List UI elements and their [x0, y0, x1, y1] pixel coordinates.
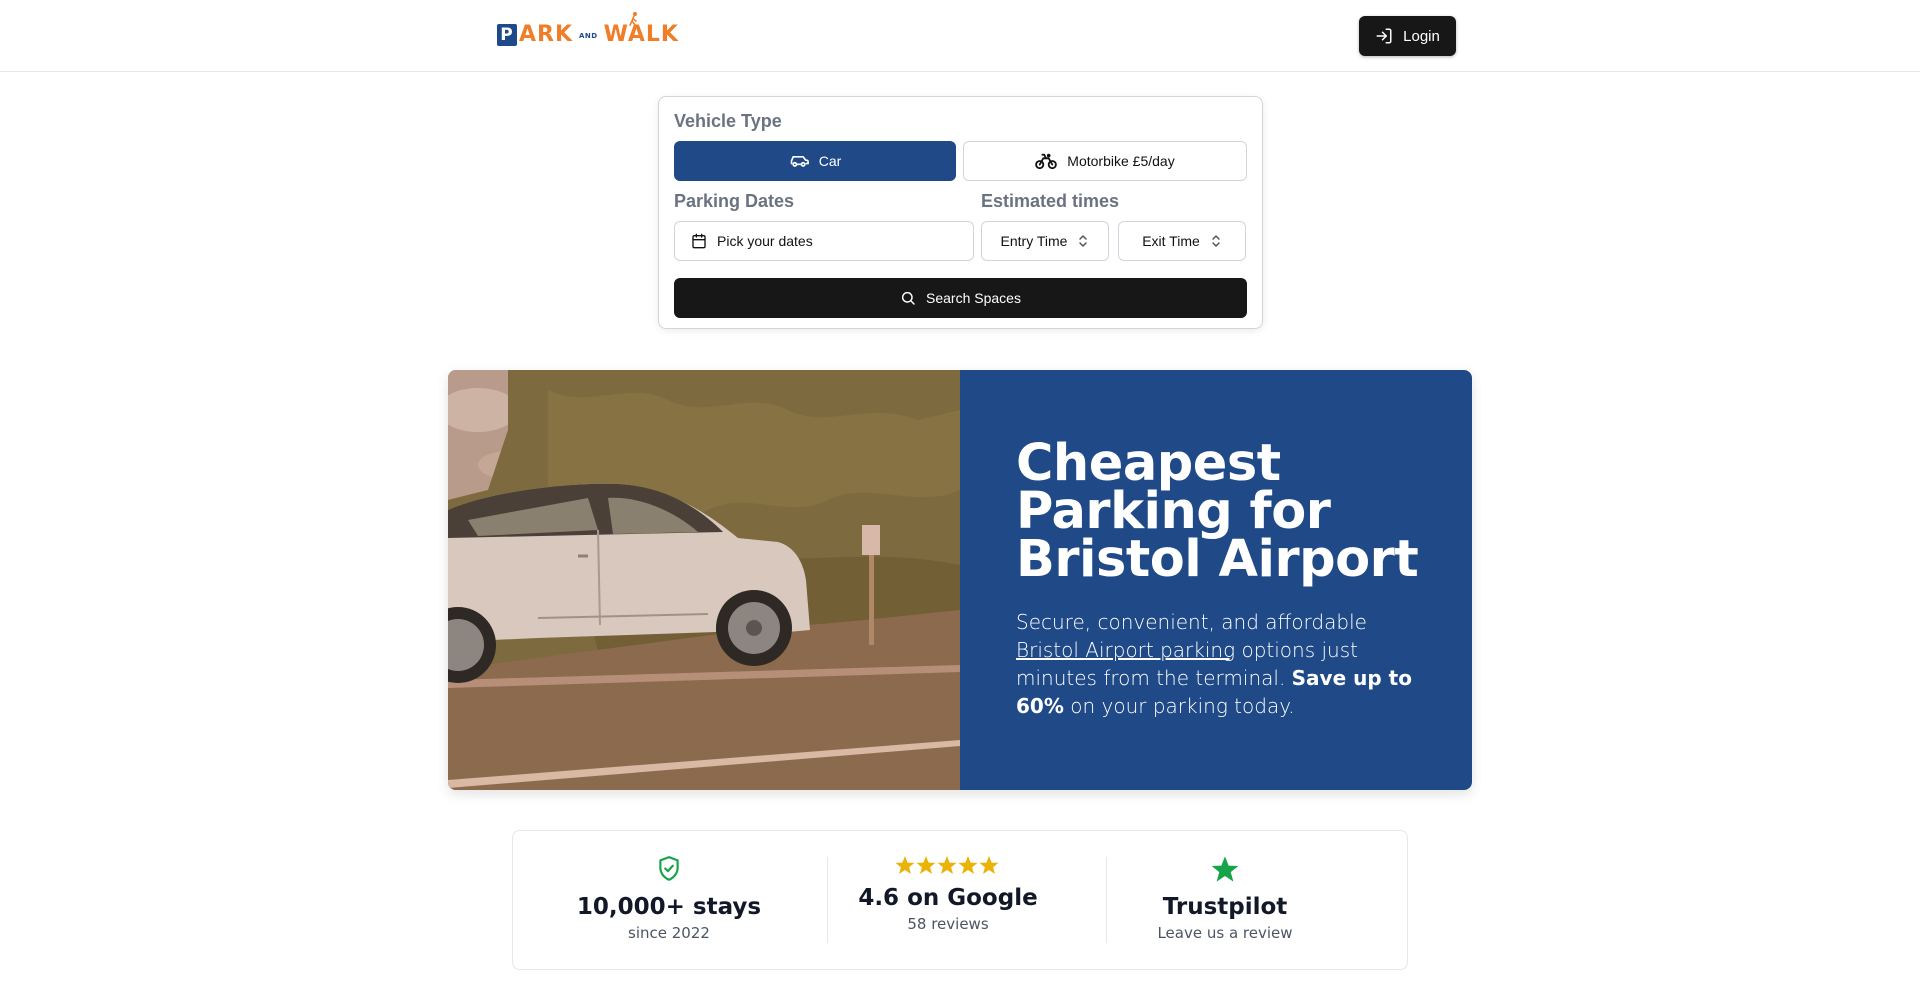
search-spaces-button[interactable]: Search Spaces — [674, 278, 1247, 318]
exit-time-label: Exit Time — [1142, 233, 1200, 249]
entry-time-select[interactable]: Entry Time — [981, 221, 1109, 261]
dates-placeholder: Pick your dates — [717, 233, 813, 249]
login-button[interactable]: Login — [1359, 16, 1456, 56]
motorbike-option-button[interactable]: Motorbike £5/day — [963, 141, 1247, 181]
chevrons-up-down-icon — [1079, 235, 1088, 247]
stat-google-title: 4.6 on Google — [858, 885, 1038, 911]
hero-text-after: on your parking today. — [1063, 694, 1295, 718]
stat-google-subtitle: 58 reviews — [907, 915, 989, 933]
google-rating-stars — [895, 856, 999, 874]
chevrons-up-down-icon — [1212, 235, 1220, 247]
entry-time-label: Entry Time — [1000, 233, 1068, 249]
hero-title: Cheapest Parking for Bristol Airport — [1016, 434, 1419, 589]
parking-dates-label: Parking Dates — [674, 191, 795, 211]
logo-walk-text: WALK — [603, 22, 679, 47]
search-spaces-label: Search Spaces — [926, 290, 1021, 306]
hero-text-before: Secure, convenient, and affordable — [1016, 610, 1367, 634]
stat-stays-title: 10,000+ stays — [576, 894, 762, 920]
motorbike-option-label: Motorbike £5/day — [1067, 153, 1175, 169]
site-header: P ARK AND WALK Login — [0, 0, 1920, 72]
hero-car-photo — [448, 370, 960, 790]
dates-picker[interactable]: Pick your dates — [674, 221, 974, 261]
car-icon — [790, 156, 809, 167]
hero-description: Secure, convenient, and affordable Brist… — [1016, 608, 1416, 720]
bristol-airport-parking-link[interactable]: Bristol Airport parking — [1016, 638, 1235, 662]
car-option-button[interactable]: Car — [674, 141, 956, 181]
bike-icon — [1035, 153, 1058, 170]
five-stars-icon — [823, 855, 1073, 879]
vehicle-type-label: Vehicle Type — [674, 111, 782, 131]
walker-icon — [628, 12, 637, 26]
hero-text-panel: Cheapest Parking for Bristol Airport Sec… — [960, 370, 1472, 790]
stat-trustpilot-title: Trustpilot — [1162, 894, 1288, 920]
logo-and: AND — [579, 32, 598, 40]
car-park-illustration — [448, 370, 960, 790]
logo-walk: WALK — [603, 12, 679, 47]
exit-time-select[interactable]: Exit Time — [1118, 221, 1246, 261]
calendar-icon — [692, 233, 706, 249]
hero-banner: Cheapest Parking for Bristol Airport Sec… — [448, 370, 1472, 790]
search-form-card: Vehicle Type Car Motorbike £5/day Parkin… — [658, 96, 1263, 329]
search-icon — [901, 291, 915, 305]
login-label: Login — [1403, 27, 1440, 45]
login-icon — [1376, 28, 1392, 44]
logo-ark: ARK — [519, 22, 574, 47]
stat-google[interactable]: 4.6 on Google 58 reviews — [823, 855, 1073, 933]
shield-check-icon — [659, 856, 679, 881]
park-and-walk-logo[interactable]: P ARK AND WALK — [497, 12, 679, 47]
estimated-times-label: Estimated times — [981, 191, 1120, 211]
trust-stats-panel: 10,000+ stays since 2022 4.6 on Google 5… — [512, 830, 1408, 970]
stat-stays: 10,000+ stays since 2022 — [553, 855, 785, 942]
star-icon — [1211, 856, 1239, 882]
stat-stays-subtitle: since 2022 — [628, 924, 710, 942]
car-option-label: Car — [818, 153, 842, 169]
stat-trustpilot[interactable]: Trustpilot Leave us a review — [1105, 855, 1345, 942]
logo-p: P — [497, 24, 517, 46]
stat-trustpilot-subtitle: Leave us a review — [1157, 924, 1293, 942]
